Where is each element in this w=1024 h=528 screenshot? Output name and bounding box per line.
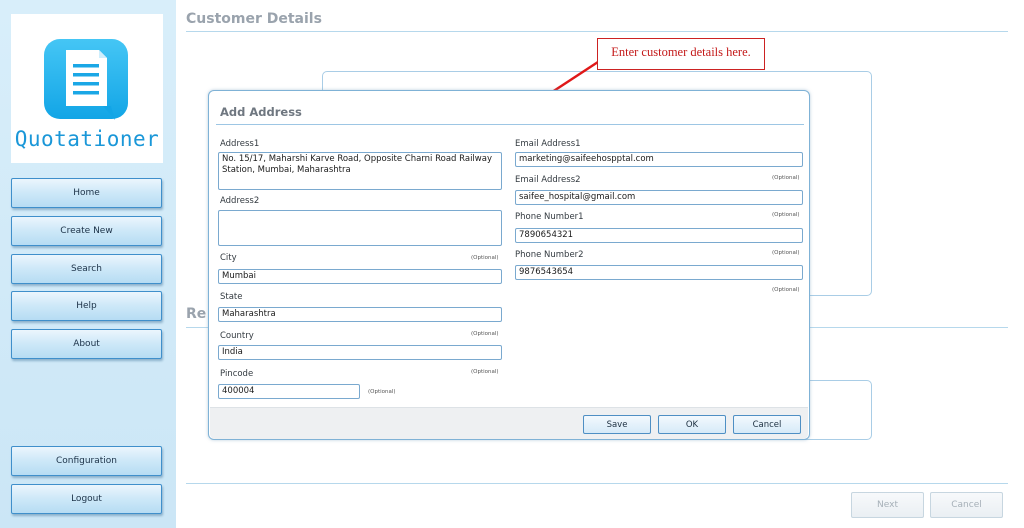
dialog-title: Add Address — [220, 105, 302, 119]
search-button[interactable]: Search — [11, 254, 162, 284]
logout-button[interactable]: Logout — [11, 484, 162, 514]
sidebar: Quotationer Home Create New Search Help … — [0, 0, 176, 528]
section-divider — [186, 31, 1008, 32]
address2-input[interactable] — [218, 210, 502, 246]
home-button[interactable]: Home — [11, 178, 162, 208]
annotation-callout: Enter customer details here. — [597, 38, 765, 70]
app-logo: Quotationer — [11, 14, 163, 163]
city-optional-note: (Optional) — [471, 255, 499, 261]
phone1-optional-note: (Optional) — [772, 212, 800, 218]
city-input[interactable]: Mumbai — [218, 269, 502, 284]
email1-input[interactable]: marketing@saifeehospptal.com — [515, 152, 803, 167]
ok-button[interactable]: OK — [658, 415, 726, 434]
city-label: City — [220, 253, 237, 263]
address1-input[interactable]: No. 15/17, Maharshi Karve Road, Opposite… — [218, 152, 502, 190]
app-name: Quotationer — [14, 127, 160, 151]
country-label: Country — [220, 331, 254, 341]
address2-label: Address2 — [220, 196, 260, 206]
phone2-input[interactable]: 9876543654 — [515, 265, 803, 280]
email2-optional-note: (Optional) — [772, 175, 800, 181]
pincode-optional-inline: (Optional) — [368, 389, 396, 395]
pincode-optional-note: (Optional) — [471, 369, 499, 375]
email2-input[interactable]: saifee_hospital@gmail.com — [515, 190, 803, 205]
page-title: Customer Details — [186, 11, 322, 27]
configuration-button[interactable]: Configuration — [11, 446, 162, 476]
country-input[interactable]: India — [218, 345, 502, 360]
dialog-cancel-button[interactable]: Cancel — [733, 415, 801, 434]
address1-label: Address1 — [220, 139, 260, 149]
help-button[interactable]: Help — [11, 291, 162, 321]
phone2-optional-note: (Optional) — [772, 250, 800, 256]
add-address-dialog: Add Address Address1 No. 15/17, Maharshi… — [208, 90, 810, 440]
phone1-input[interactable]: 7890654321 — [515, 228, 803, 243]
document-icon — [44, 39, 128, 120]
pincode-input[interactable]: 400004 — [218, 384, 360, 399]
footer-divider — [186, 483, 1008, 484]
state-input[interactable]: Maharashtra — [218, 307, 502, 322]
dialog-divider — [216, 124, 804, 125]
state-label: State — [220, 292, 243, 302]
save-button[interactable]: Save — [583, 415, 651, 434]
country-optional-note: (Optional) — [471, 331, 499, 337]
about-button[interactable]: About — [11, 329, 162, 359]
create-new-button[interactable]: Create New — [11, 216, 162, 246]
phone1-label: Phone Number1 — [515, 212, 584, 222]
next-button[interactable]: Next — [851, 492, 924, 518]
email1-label: Email Address1 — [515, 139, 581, 149]
section-title-partial: Re — [186, 306, 207, 322]
email2-label: Email Address2 — [515, 175, 581, 185]
phone2-optional-below: (Optional) — [772, 287, 800, 293]
footer-cancel-button[interactable]: Cancel — [930, 492, 1003, 518]
phone2-label: Phone Number2 — [515, 250, 584, 260]
pincode-label: Pincode — [220, 369, 254, 379]
